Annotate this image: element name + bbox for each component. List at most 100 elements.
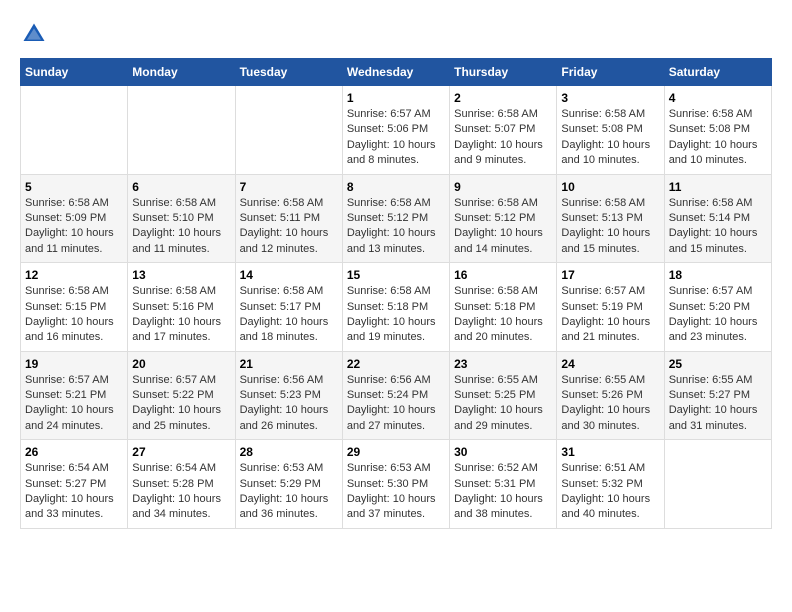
calendar-header: SundayMondayTuesdayWednesdayThursdayFrid… xyxy=(21,59,772,86)
day-info: Sunrise: 6:52 AM Sunset: 5:31 PM Dayligh… xyxy=(454,461,552,523)
day-number: 30 xyxy=(454,445,552,459)
calendar-cell: 16 Sunrise: 6:58 AM Sunset: 5:18 PM Dayli… xyxy=(450,263,557,352)
calendar-cell xyxy=(235,86,342,175)
day-number: 4 xyxy=(669,91,767,105)
day-info: Sunrise: 6:58 AM Sunset: 5:15 PM Dayligh… xyxy=(25,284,123,346)
day-number: 7 xyxy=(240,180,338,194)
day-number: 8 xyxy=(347,180,445,194)
calendar-table: SundayMondayTuesdayWednesdayThursdayFrid… xyxy=(20,58,772,529)
day-info: Sunrise: 6:58 AM Sunset: 5:17 PM Dayligh… xyxy=(240,284,338,346)
day-info: Sunrise: 6:56 AM Sunset: 5:23 PM Dayligh… xyxy=(240,373,338,435)
day-header-monday: Monday xyxy=(128,59,235,86)
day-number: 11 xyxy=(669,180,767,194)
day-info: Sunrise: 6:58 AM Sunset: 5:18 PM Dayligh… xyxy=(454,284,552,346)
day-number: 18 xyxy=(669,268,767,282)
day-header-sunday: Sunday xyxy=(21,59,128,86)
day-number: 14 xyxy=(240,268,338,282)
calendar-cell: 8 Sunrise: 6:58 AM Sunset: 5:12 PM Daylig… xyxy=(342,174,449,263)
day-info: Sunrise: 6:56 AM Sunset: 5:24 PM Dayligh… xyxy=(347,373,445,435)
calendar-cell: 26Sunrise: 6:54 AM Sunset: 5:27 PM Dayli… xyxy=(21,440,128,529)
day-number: 2 xyxy=(454,91,552,105)
logo xyxy=(20,20,52,48)
calendar-cell: 3 Sunrise: 6:58 AM Sunset: 5:08 PM Daylig… xyxy=(557,86,664,175)
calendar-body: 1Sunrise: 6:57 AM Sunset: 5:06 PM Daylig… xyxy=(21,86,772,529)
calendar-cell: 2Sunrise: 6:58 AM Sunset: 5:07 PM Daylig… xyxy=(450,86,557,175)
day-info: Sunrise: 6:53 AM Sunset: 5:30 PM Dayligh… xyxy=(347,461,445,523)
day-number: 27 xyxy=(132,445,230,459)
calendar-cell: 12 Sunrise: 6:58 AM Sunset: 5:15 PM Dayli… xyxy=(21,263,128,352)
day-info: Sunrise: 6:58 AM Sunset: 5:09 PM Dayligh… xyxy=(25,196,123,258)
day-info: Sunrise: 6:53 AM Sunset: 5:29 PM Dayligh… xyxy=(240,461,338,523)
calendar-cell: 4 Sunrise: 6:58 AM Sunset: 5:08 PM Daylig… xyxy=(664,86,771,175)
day-info: Sunrise: 6:58 AM Sunset: 5:13 PM Dayligh… xyxy=(561,196,659,258)
day-number: 25 xyxy=(669,357,767,371)
calendar-cell: 31 Sunrise: 6:51 AM Sunset: 5:32 PM Dayli… xyxy=(557,440,664,529)
day-info: Sunrise: 6:51 AM Sunset: 5:32 PM Dayligh… xyxy=(561,461,659,523)
calendar-cell: 18 Sunrise: 6:57 AM Sunset: 5:20 PM Dayli… xyxy=(664,263,771,352)
day-number: 17 xyxy=(561,268,659,282)
calendar-week-3: 12 Sunrise: 6:58 AM Sunset: 5:15 PM Dayli… xyxy=(21,263,772,352)
day-number: 26 xyxy=(25,445,123,459)
day-number: 23 xyxy=(454,357,552,371)
day-info: Sunrise: 6:54 AM Sunset: 5:28 PM Dayligh… xyxy=(132,461,230,523)
header-row: SundayMondayTuesdayWednesdayThursdayFrid… xyxy=(21,59,772,86)
calendar-cell: 17 Sunrise: 6:57 AM Sunset: 5:19 PM Dayli… xyxy=(557,263,664,352)
calendar-cell: 1Sunrise: 6:57 AM Sunset: 5:06 PM Daylig… xyxy=(342,86,449,175)
calendar-cell: 6 Sunrise: 6:58 AM Sunset: 5:10 PM Daylig… xyxy=(128,174,235,263)
day-header-thursday: Thursday xyxy=(450,59,557,86)
day-info: Sunrise: 6:58 AM Sunset: 5:08 PM Dayligh… xyxy=(669,107,767,169)
day-info: Sunrise: 6:55 AM Sunset: 5:25 PM Dayligh… xyxy=(454,373,552,435)
day-number: 24 xyxy=(561,357,659,371)
day-number: 9 xyxy=(454,180,552,194)
day-header-tuesday: Tuesday xyxy=(235,59,342,86)
day-number: 3 xyxy=(561,91,659,105)
day-header-wednesday: Wednesday xyxy=(342,59,449,86)
day-info: Sunrise: 6:58 AM Sunset: 5:08 PM Dayligh… xyxy=(561,107,659,169)
calendar-cell: 5 Sunrise: 6:58 AM Sunset: 5:09 PM Daylig… xyxy=(21,174,128,263)
day-number: 20 xyxy=(132,357,230,371)
calendar-cell xyxy=(128,86,235,175)
calendar-cell: 25Sunrise: 6:55 AM Sunset: 5:27 PM Dayli… xyxy=(664,351,771,440)
day-info: Sunrise: 6:58 AM Sunset: 5:12 PM Dayligh… xyxy=(347,196,445,258)
calendar-cell: 7 Sunrise: 6:58 AM Sunset: 5:11 PM Daylig… xyxy=(235,174,342,263)
logo-icon xyxy=(20,20,48,48)
day-info: Sunrise: 6:58 AM Sunset: 5:18 PM Dayligh… xyxy=(347,284,445,346)
calendar-cell: 30 Sunrise: 6:52 AM Sunset: 5:31 PM Dayli… xyxy=(450,440,557,529)
day-header-friday: Friday xyxy=(557,59,664,86)
page-header xyxy=(20,20,772,48)
day-info: Sunrise: 6:58 AM Sunset: 5:10 PM Dayligh… xyxy=(132,196,230,258)
day-number: 6 xyxy=(132,180,230,194)
day-header-saturday: Saturday xyxy=(664,59,771,86)
calendar-week-2: 5 Sunrise: 6:58 AM Sunset: 5:09 PM Daylig… xyxy=(21,174,772,263)
calendar-cell: 11Sunrise: 6:58 AM Sunset: 5:14 PM Dayli… xyxy=(664,174,771,263)
calendar-week-4: 19 Sunrise: 6:57 AM Sunset: 5:21 PM Dayli… xyxy=(21,351,772,440)
day-info: Sunrise: 6:57 AM Sunset: 5:22 PM Dayligh… xyxy=(132,373,230,435)
day-info: Sunrise: 6:57 AM Sunset: 5:21 PM Dayligh… xyxy=(25,373,123,435)
day-number: 31 xyxy=(561,445,659,459)
day-number: 1 xyxy=(347,91,445,105)
calendar-cell: 13 Sunrise: 6:58 AM Sunset: 5:16 PM Dayli… xyxy=(128,263,235,352)
calendar-week-1: 1Sunrise: 6:57 AM Sunset: 5:06 PM Daylig… xyxy=(21,86,772,175)
day-number: 16 xyxy=(454,268,552,282)
day-number: 21 xyxy=(240,357,338,371)
day-number: 29 xyxy=(347,445,445,459)
day-number: 12 xyxy=(25,268,123,282)
day-info: Sunrise: 6:57 AM Sunset: 5:19 PM Dayligh… xyxy=(561,284,659,346)
day-info: Sunrise: 6:58 AM Sunset: 5:11 PM Dayligh… xyxy=(240,196,338,258)
day-number: 13 xyxy=(132,268,230,282)
calendar-cell: 23 Sunrise: 6:55 AM Sunset: 5:25 PM Dayli… xyxy=(450,351,557,440)
calendar-cell: 20 Sunrise: 6:57 AM Sunset: 5:22 PM Dayli… xyxy=(128,351,235,440)
day-number: 5 xyxy=(25,180,123,194)
day-info: Sunrise: 6:55 AM Sunset: 5:26 PM Dayligh… xyxy=(561,373,659,435)
calendar-cell: 15Sunrise: 6:58 AM Sunset: 5:18 PM Dayli… xyxy=(342,263,449,352)
calendar-week-5: 26Sunrise: 6:54 AM Sunset: 5:27 PM Dayli… xyxy=(21,440,772,529)
calendar-cell: 29 Sunrise: 6:53 AM Sunset: 5:30 PM Dayli… xyxy=(342,440,449,529)
day-number: 19 xyxy=(25,357,123,371)
day-number: 28 xyxy=(240,445,338,459)
day-info: Sunrise: 6:58 AM Sunset: 5:16 PM Dayligh… xyxy=(132,284,230,346)
calendar-cell xyxy=(21,86,128,175)
day-number: 10 xyxy=(561,180,659,194)
calendar-cell: 22Sunrise: 6:56 AM Sunset: 5:24 PM Dayli… xyxy=(342,351,449,440)
calendar-cell: 14 Sunrise: 6:58 AM Sunset: 5:17 PM Dayli… xyxy=(235,263,342,352)
day-info: Sunrise: 6:57 AM Sunset: 5:20 PM Dayligh… xyxy=(669,284,767,346)
